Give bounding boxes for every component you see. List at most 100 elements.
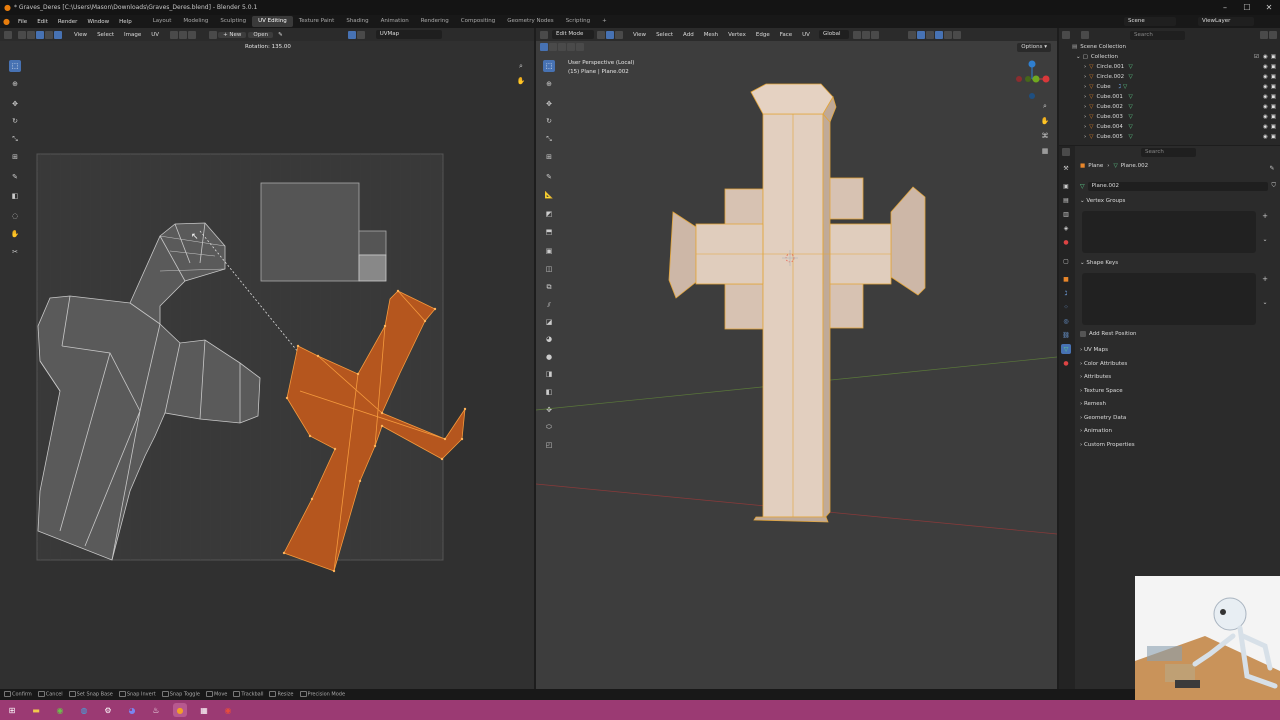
select-mode-vertex[interactable] [27, 30, 35, 39]
solid-shading-icon[interactable] [934, 30, 943, 39]
mesh-data-tab-icon[interactable]: ▽ [1061, 344, 1071, 354]
new-collection-icon[interactable] [1269, 31, 1277, 39]
filter-icon[interactable] [1260, 31, 1268, 39]
select-mode-edge[interactable] [36, 30, 44, 39]
collection-render-icon[interactable]: ▣ [1271, 54, 1276, 60]
menu-window[interactable]: Window [82, 19, 114, 25]
pivot-icon[interactable] [170, 30, 179, 39]
overlays-icon[interactable] [916, 30, 925, 39]
visibility-icon[interactable]: ◉ [1263, 104, 1268, 110]
tab-sculpting[interactable]: Sculpting [214, 16, 252, 27]
image-browse-icon[interactable] [209, 30, 218, 39]
expand-icon[interactable]: › [1084, 114, 1086, 120]
expand-icon[interactable]: ⌄ [1080, 260, 1085, 266]
color-attributes-section[interactable]: › Color Attributes [1080, 361, 1127, 367]
render-icon[interactable]: ▣ [1271, 94, 1276, 100]
expand-icon[interactable]: › [1084, 124, 1086, 130]
vp-proportional-icon[interactable] [870, 30, 879, 39]
vp-menu-select[interactable]: Select [651, 32, 678, 38]
recorder-icon[interactable]: ◉ [221, 703, 235, 717]
collection-tab-icon[interactable]: ▢ [1061, 256, 1071, 266]
visibility-icon[interactable]: ◉ [1263, 114, 1268, 120]
visibility-icon[interactable]: ◉ [1263, 134, 1268, 140]
physics-tab-icon[interactable]: ◎ [1061, 316, 1071, 326]
vp-menu-face[interactable]: Face [775, 32, 797, 38]
scene-tab-icon[interactable]: ◈ [1061, 223, 1071, 233]
render-icon[interactable]: ▣ [1271, 124, 1276, 130]
outliner-item[interactable]: › ▽ Cube.003 ▽ ◉ ▣ [1064, 112, 1280, 122]
pivot-point-icon[interactable] [852, 30, 861, 39]
collection-row[interactable]: ⌄ ▢ Collection ☑ ◉ ▣ [1064, 52, 1280, 62]
settings-gear-icon[interactable]: ⚙ [101, 703, 115, 717]
object-tab-icon[interactable]: ■ [1061, 274, 1071, 284]
expand-icon[interactable]: › [1084, 104, 1086, 110]
add-rest-position-checkbox[interactable] [1080, 331, 1086, 337]
blender-taskbar-icon[interactable]: ● [173, 703, 187, 717]
world-tab-icon[interactable]: ● [1061, 237, 1071, 247]
uv-sync-icon[interactable] [347, 30, 356, 39]
render-icon[interactable]: ▣ [1271, 74, 1276, 80]
properties-editor-type-icon[interactable] [1062, 148, 1070, 156]
texture-space-section[interactable]: › Texture Space [1080, 388, 1123, 394]
close-button[interactable]: ✕ [1258, 0, 1280, 15]
menu-file[interactable]: File [13, 19, 32, 25]
browser-icon[interactable]: ◍ [77, 703, 91, 717]
discord-icon[interactable]: ◕ [125, 703, 139, 717]
fake-user-icon[interactable]: ⛉ [1271, 182, 1276, 190]
vp-menu-uv[interactable]: UV [797, 32, 815, 38]
add-shape-key-button[interactable]: + [1260, 274, 1270, 284]
material-tab-icon[interactable]: ● [1061, 358, 1071, 368]
orientation-selector[interactable]: Global [818, 30, 849, 39]
uv-menu-uv[interactable]: UV [146, 32, 164, 38]
expand-icon[interactable]: › [1084, 84, 1086, 90]
vp-menu-add[interactable]: Add [678, 32, 699, 38]
select-invert-icon[interactable] [567, 43, 575, 51]
animation-section[interactable]: › Animation [1080, 428, 1112, 434]
modifiers-tab-icon[interactable]: ℷ [1061, 288, 1071, 298]
output-tab-icon[interactable]: ▤ [1061, 195, 1071, 205]
shape-key-menu-icon[interactable]: ⌄ [1260, 297, 1270, 307]
vertex-groups-header[interactable]: ⌄ Vertex Groups [1080, 198, 1125, 204]
sticky-select-icon[interactable] [54, 30, 62, 39]
select-new-icon[interactable] [540, 43, 548, 51]
outliner-search-input[interactable]: Search [1130, 30, 1185, 40]
geometry-data-section[interactable]: › Geometry Data [1080, 415, 1126, 421]
uv-menu-image[interactable]: Image [119, 32, 146, 38]
outliner-display-mode-icon[interactable] [1081, 31, 1089, 39]
tab-compositing[interactable]: Compositing [455, 16, 501, 27]
visibility-icon[interactable]: ◉ [1263, 64, 1268, 70]
uv-maps-section[interactable]: › UV Maps [1080, 347, 1108, 353]
custom-properties-section[interactable]: › Custom Properties [1080, 442, 1135, 448]
tool-tab-icon[interactable]: ⚒ [1061, 163, 1071, 173]
view-layer-tab-icon[interactable]: ▥ [1061, 209, 1071, 219]
select-intersect-icon[interactable] [576, 43, 584, 51]
shape-keys-header[interactable]: ⌄ Shape Keys [1080, 260, 1118, 266]
select-mode-face[interactable] [45, 30, 53, 39]
render-tab-icon[interactable]: ▣ [1061, 181, 1071, 191]
face-select-icon[interactable] [615, 30, 623, 39]
tab-rendering[interactable]: Rendering [415, 16, 455, 27]
outliner-editor-type-icon[interactable] [1062, 31, 1070, 39]
vp-menu-view[interactable]: View [628, 32, 651, 38]
tab-layout[interactable]: Layout [147, 16, 178, 27]
collection-visibility-icon[interactable]: ◉ [1263, 54, 1268, 60]
expand-icon[interactable]: › [1084, 64, 1086, 70]
xray-icon[interactable] [925, 30, 934, 39]
expand-icon[interactable]: › [1084, 74, 1086, 80]
tab-modeling[interactable]: Modeling [177, 16, 214, 27]
viewport-editor-type-icon[interactable] [540, 30, 548, 39]
tab-scripting[interactable]: Scripting [560, 16, 596, 27]
uv-menu-select[interactable]: Select [92, 32, 119, 38]
view-layer-selector[interactable]: ViewLayer [1198, 17, 1254, 26]
chrome-icon[interactable]: ◉ [53, 703, 67, 717]
collection-expand-icon[interactable]: ⌄ [1076, 54, 1081, 60]
maximize-button[interactable]: ☐ [1236, 0, 1258, 15]
tab-geometry-nodes[interactable]: Geometry Nodes [501, 16, 559, 27]
shape-keys-list[interactable] [1082, 273, 1256, 325]
constraints-tab-icon[interactable]: ⛓ [1061, 330, 1071, 340]
vp-snap-icon[interactable] [861, 30, 870, 39]
menu-help[interactable]: Help [114, 19, 137, 25]
visibility-icon[interactable]: ◉ [1263, 84, 1268, 90]
outliner-item[interactable]: › ▽ Cube.002 ▽ ◉ ▣ [1064, 102, 1280, 112]
uv-canvas[interactable]: ↖ [0, 41, 534, 689]
